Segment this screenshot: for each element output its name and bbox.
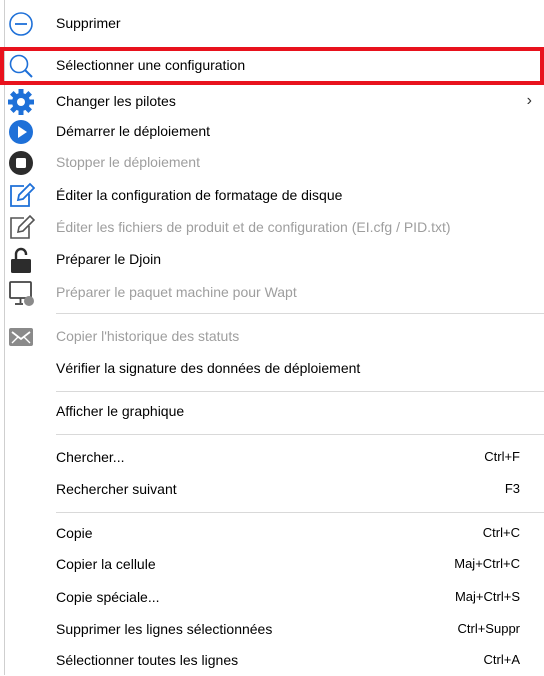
menu-item-stop-deployment[interactable]: Stopper le déploiement [0, 148, 544, 178]
menu-item-change-drivers[interactable]: Changer les pilotes › [0, 87, 544, 117]
menu-item-edit-product-files[interactable]: Éditer les fichiers de produit et de con… [0, 213, 544, 243]
menu-separator [56, 391, 544, 392]
computer-icon [7, 279, 35, 307]
menu-item-label: Chercher... [56, 449, 125, 465]
menu-item-shortcut: Maj+Ctrl+C [454, 556, 520, 571]
menu-item-copy-status-history[interactable]: Copier l'historique des statuts [0, 322, 544, 352]
stop-icon [7, 149, 35, 177]
menu-item-label: Changer les pilotes [56, 93, 176, 109]
menu-item-shortcut: Ctrl+Suppr [457, 621, 521, 636]
menu-item-show-chart[interactable]: Afficher le graphique [0, 397, 544, 427]
menu-item-copy-special[interactable]: Copie spéciale... Maj+Ctrl+S [0, 583, 544, 613]
menu-item-shortcut: Ctrl+F [484, 449, 520, 464]
menu-item-copy-cell[interactable]: Copier la cellule Maj+Ctrl+C [0, 550, 544, 580]
menu-item-label: Vérifier la signature des données de dép… [56, 360, 361, 376]
menu-item-label: Préparer le paquet machine pour Wapt [56, 284, 297, 300]
menu-item-label: Supprimer [56, 15, 121, 31]
menu-item-label: Éditer les fichiers de produit et de con… [56, 219, 451, 235]
edit-icon [7, 182, 35, 210]
menu-item-shortcut: F3 [504, 481, 520, 496]
edit-outline-icon [7, 214, 35, 242]
menu-item-delete-selected-rows[interactable]: Supprimer les lignes sélectionnées Ctrl+… [0, 615, 544, 645]
menu-item-shortcut: Ctrl+C [482, 525, 520, 540]
menu-separator [56, 434, 544, 435]
menu-item-label: Sélectionner toutes les lignes [56, 652, 239, 668]
menu-item-label: Copie [56, 525, 93, 541]
unlock-icon [7, 246, 35, 274]
menu-separator [56, 313, 544, 314]
menu-item-label: Préparer le Djoin [56, 251, 162, 267]
play-icon [7, 118, 35, 146]
highlight-frame [0, 47, 544, 85]
gear-icon [7, 88, 35, 116]
menu-item-label: Éditer la configuration de formatage de … [56, 187, 343, 203]
menu-item-label: Stopper le déploiement [56, 154, 200, 170]
menu-item-shortcut: Ctrl+A [483, 652, 520, 667]
menu-item-supprimer[interactable]: Supprimer [0, 9, 544, 39]
menu-item-label: Copier la cellule [56, 556, 156, 572]
context-menu: Supprimer Sélectionner une configuration… [0, 0, 544, 675]
menu-item-label: Démarrer le déploiement [56, 123, 211, 139]
menu-item-prepare-wapt-package[interactable]: Préparer le paquet machine pour Wapt [0, 278, 544, 308]
mail-icon [7, 323, 35, 351]
menu-item-label: Afficher le graphique [56, 403, 185, 419]
menu-separator [56, 512, 544, 513]
menu-item-prepare-djoin[interactable]: Préparer le Djoin [0, 245, 544, 275]
menu-item-copy[interactable]: Copie Ctrl+C [0, 519, 544, 549]
menu-item-select-all-rows[interactable]: Sélectionner toutes les lignes Ctrl+A [0, 646, 544, 676]
menu-item-shortcut: Maj+Ctrl+S [454, 589, 520, 604]
menu-item-verify-signature[interactable]: Vérifier la signature des données de dép… [0, 354, 544, 384]
menu-item-find-next[interactable]: Rechercher suivant F3 [0, 475, 544, 505]
menu-item-find[interactable]: Chercher... Ctrl+F [0, 443, 544, 473]
menu-item-label: Rechercher suivant [56, 481, 177, 497]
menu-item-label: Copier l'historique des statuts [56, 328, 240, 344]
menu-item-label: Supprimer les lignes sélectionnées [56, 621, 273, 637]
menu-item-label: Copie spéciale... [56, 589, 160, 605]
minus-circle-icon [7, 10, 35, 38]
submenu-arrow-icon: › [526, 92, 532, 109]
menu-item-start-deployment[interactable]: Démarrer le déploiement [0, 117, 544, 147]
menu-item-edit-disk-format[interactable]: Éditer la configuration de formatage de … [0, 181, 544, 211]
